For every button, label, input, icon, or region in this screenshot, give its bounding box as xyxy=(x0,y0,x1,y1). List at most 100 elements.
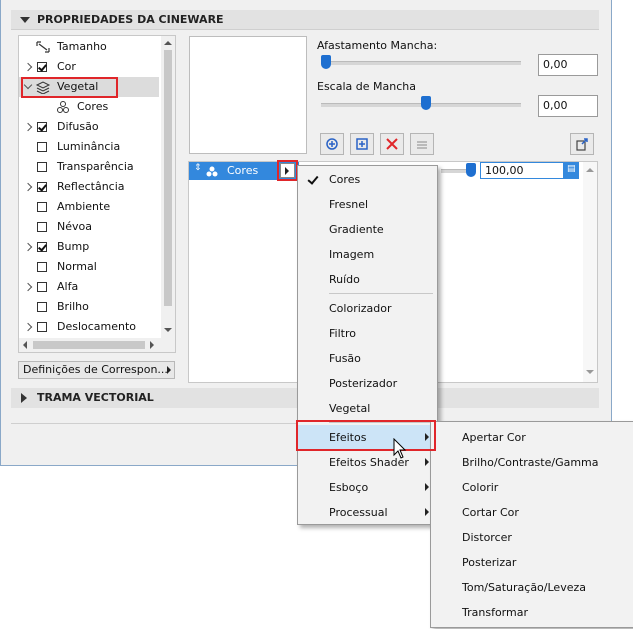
menu-item[interactable]: Posterizador xyxy=(298,371,437,396)
chevron-right-icon[interactable] xyxy=(23,282,33,292)
tree-item-checkbox[interactable] xyxy=(37,242,47,252)
menu-item[interactable]: Colorizador xyxy=(298,296,437,321)
expand-arrow-icon[interactable] xyxy=(21,393,27,403)
tree-item-checkbox[interactable] xyxy=(37,182,47,192)
submenu-item[interactable]: Brilho/Contraste/Gamma xyxy=(431,450,633,475)
collapse-arrow-icon[interactable] xyxy=(20,17,30,23)
reorder-icon[interactable]: ⇕ xyxy=(194,163,202,173)
menu-item-label: Cores xyxy=(329,173,361,186)
menu-item[interactable]: Fusão xyxy=(298,346,437,371)
opacity-menu-button[interactable]: ▤ xyxy=(564,162,579,179)
mouse-cursor-icon xyxy=(393,438,407,459)
menu-separator xyxy=(329,293,433,294)
highlight-channel-type-button xyxy=(277,160,298,181)
layers-disabled-icon xyxy=(417,141,427,149)
tree-item-label: Brilho xyxy=(57,300,89,313)
menu-item[interactable]: Ruído xyxy=(298,267,437,292)
spot-scale-label: Escala de Mancha xyxy=(317,80,416,93)
menu-item[interactable]: Vegetal xyxy=(298,396,437,421)
tree-item[interactable]: Deslocamento xyxy=(19,317,159,337)
tree-scroll-thumb[interactable] xyxy=(164,50,172,306)
tree-item-label: Bump xyxy=(57,240,90,253)
menu-item-label: Filtro xyxy=(329,327,356,340)
tree-item[interactable]: Bump xyxy=(19,237,159,257)
scroll-down-icon[interactable] xyxy=(164,328,172,332)
tree-item[interactable]: Brilho xyxy=(19,297,159,317)
add-shader-button[interactable] xyxy=(320,133,344,155)
tree-item-checkbox[interactable] xyxy=(37,322,47,332)
tree-item[interactable]: Reflectância xyxy=(19,177,159,197)
delete-button[interactable] xyxy=(380,133,404,155)
tree-item[interactable]: Difusão xyxy=(19,117,159,137)
tree-vertical-scrollbar[interactable] xyxy=(161,36,175,340)
spot-scale-field[interactable]: 0,00 xyxy=(538,95,598,117)
tree-item-checkbox[interactable] xyxy=(37,302,47,312)
correspondence-settings-button[interactable]: Definições de Correspon... xyxy=(18,361,175,379)
panel-title: PROPRIEDADES DA CINEWARE xyxy=(37,13,224,26)
channel-list-scrollbar[interactable] xyxy=(583,162,597,382)
tree-item[interactable]: Alfa xyxy=(19,277,159,297)
chevron-right-icon[interactable] xyxy=(23,322,33,332)
tree-item[interactable]: Cor xyxy=(19,57,159,77)
tree-item-checkbox[interactable] xyxy=(37,262,47,272)
menu-item[interactable]: Filtro xyxy=(298,321,437,346)
tree-item-checkbox[interactable] xyxy=(37,222,47,232)
submenu-item[interactable]: Apertar Cor xyxy=(431,425,633,450)
menu-item[interactable]: Processual xyxy=(298,500,437,525)
tree-item-checkbox[interactable] xyxy=(37,202,47,212)
tree-horizontal-scrollbar[interactable] xyxy=(19,338,175,352)
spot-distance-slider-thumb[interactable] xyxy=(321,55,331,69)
menu-item[interactable]: Esboço xyxy=(298,475,437,500)
chevron-right-icon[interactable] xyxy=(23,242,33,252)
menu-item[interactable]: Gradiente xyxy=(298,217,437,242)
tree-item[interactable]: Normal xyxy=(19,257,159,277)
add-layer-button[interactable] xyxy=(350,133,374,155)
submenu-item[interactable]: Transformar xyxy=(431,600,633,625)
tree-item-checkbox[interactable] xyxy=(37,142,47,152)
scroll-up-icon[interactable] xyxy=(586,168,594,172)
tree-item[interactable]: Transparência xyxy=(19,157,159,177)
submenu-item[interactable]: Posterizar xyxy=(431,550,633,575)
chevron-right-icon[interactable] xyxy=(23,62,33,72)
tree-item-checkbox[interactable] xyxy=(37,162,47,172)
add-shader-icon xyxy=(326,138,338,150)
chevron-right-icon[interactable] xyxy=(23,182,33,192)
menu-item[interactable]: Cores xyxy=(298,167,437,192)
submenu-item[interactable]: Colorir xyxy=(431,475,633,500)
chevron-right-icon[interactable] xyxy=(23,122,33,132)
scroll-down-icon[interactable] xyxy=(586,370,594,374)
export-button[interactable] xyxy=(570,133,594,155)
tree-item[interactable]: Cores xyxy=(19,97,159,117)
tree-item-label: Reflectância xyxy=(57,180,125,193)
opacity-slider-thumb[interactable] xyxy=(466,163,476,177)
submenu-item[interactable]: Distorcer xyxy=(431,525,633,550)
size-icon xyxy=(36,41,50,53)
tree-item[interactable]: Tamanho xyxy=(19,37,159,57)
submenu-item[interactable]: Tom/Saturação/Leveza xyxy=(431,575,633,600)
tree-item[interactable]: Ambiente xyxy=(19,197,159,217)
tree-item[interactable]: Luminância xyxy=(19,137,159,157)
spot-scale-slider-thumb[interactable] xyxy=(421,96,431,110)
tree-hscroll-thumb[interactable] xyxy=(33,341,145,349)
tree-item[interactable]: Névoa xyxy=(19,217,159,237)
menu-item-label: Imagem xyxy=(329,248,375,261)
add-layer-icon xyxy=(356,138,368,150)
submenu-item[interactable]: Cortar Cor xyxy=(431,500,633,525)
submenu-arrow-icon xyxy=(425,458,429,466)
scroll-left-icon[interactable] xyxy=(23,341,27,349)
panel-header[interactable]: PROPRIEDADES DA CINEWARE xyxy=(11,10,599,30)
tree-item-checkbox[interactable] xyxy=(37,282,47,292)
spot-distance-field[interactable]: 0,00 xyxy=(538,54,598,76)
menu-item[interactable]: Fresnel xyxy=(298,192,437,217)
opacity-field[interactable]: 100,00 xyxy=(480,162,564,179)
layers-button[interactable] xyxy=(410,133,434,155)
spot-distance-slider-track[interactable] xyxy=(321,61,521,65)
scroll-right-icon[interactable] xyxy=(150,341,154,349)
scroll-up-icon[interactable] xyxy=(164,41,172,45)
tree-item-checkbox[interactable] xyxy=(37,62,47,72)
menu-item[interactable]: Imagem xyxy=(298,242,437,267)
tree-item-label: Névoa xyxy=(57,220,92,233)
menu-item[interactable]: Efeitos Shader xyxy=(298,450,437,475)
tree-item-label: Tamanho xyxy=(57,40,107,53)
tree-item-checkbox[interactable] xyxy=(37,122,47,132)
